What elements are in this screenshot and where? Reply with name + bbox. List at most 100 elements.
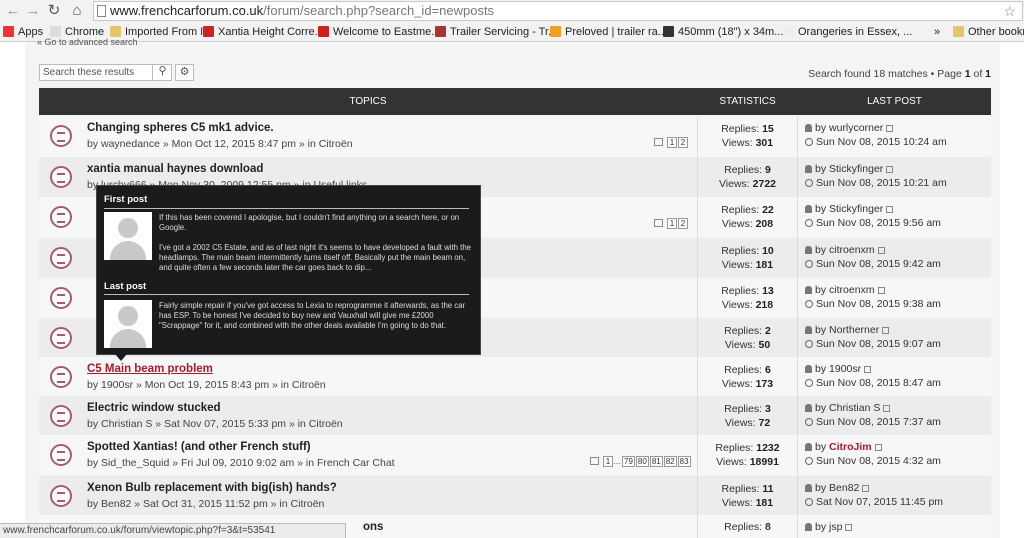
last-post-username[interactable]: 1900sr [829, 363, 861, 375]
bookmark-item[interactable]: Welcome to Eastme... [318, 25, 440, 39]
last-post-username[interactable]: Stickyfinger [829, 163, 883, 175]
goto-last-post-icon[interactable] [877, 247, 885, 254]
address-bar[interactable]: www.frenchcarforum.co.uk/forum/search.ph… [93, 1, 1023, 21]
views-label: Views: [721, 137, 756, 149]
bookmark-item[interactable]: Orangeries in Essex, ... [783, 25, 912, 39]
views-value: 181 [755, 497, 774, 509]
bookmark-item[interactable]: Other bookm [953, 25, 1024, 39]
page-link[interactable]: 2 [678, 137, 688, 148]
page-link[interactable]: 81 [649, 456, 663, 467]
table-row[interactable]: C5 Main beam problem by 1900sr » Mon Oct … [39, 357, 991, 397]
last-post-author: by 1900sr [805, 362, 941, 376]
topic-meta: by 1900sr » Mon Oct 19, 2015 8:43 pm » i… [87, 379, 326, 391]
reload-icon[interactable]: ↻ [45, 2, 63, 20]
last-post: by Stickyfinger Sun Nov 08, 2015 9:56 am [805, 202, 941, 230]
last-post-username[interactable]: Christian S [829, 402, 880, 414]
bookmark-icon [110, 26, 121, 37]
topic-stats: Replies: 8 [697, 515, 798, 538]
topic-stats: Replies: 22 Views: 208 [697, 197, 798, 237]
topic-title-link[interactable]: Changing spheres C5 mk1 advice. [87, 122, 274, 134]
views-count: Views: 181 [698, 496, 797, 510]
by-label: by [815, 482, 830, 494]
page-icon [97, 5, 106, 17]
back-icon[interactable]: ← [4, 2, 22, 20]
search-icon[interactable]: ⚲ [152, 64, 172, 81]
page-link: … [613, 457, 621, 466]
advanced-search-link[interactable]: « Go to advanced search [37, 37, 138, 47]
pages-icon [654, 219, 663, 227]
views-label: Views: [721, 299, 756, 311]
last-post-username[interactable]: jsp [829, 521, 842, 533]
views-count: Views: 181 [698, 258, 797, 272]
last-post-author: by citroenxm [805, 283, 941, 297]
goto-last-post-icon[interactable] [874, 444, 882, 451]
topic-title-link[interactable]: Electric window stucked [87, 402, 221, 414]
replies-label: Replies: [724, 325, 765, 337]
page-link[interactable]: 2 [678, 218, 688, 229]
topic-title-link[interactable]: Spotted Xantias! (and other French stuff… [87, 441, 311, 453]
topic-title-link[interactable]: Xenon Bulb replacement with big(ish) han… [87, 482, 337, 494]
bookmark-item[interactable]: Trailer Servicing - Tr... [435, 25, 557, 39]
page-link[interactable]: 1 [667, 137, 677, 148]
page-link[interactable]: 79 [622, 456, 635, 467]
topic-title-link[interactable]: ons [363, 521, 383, 533]
last-post-date: Sun Nov 08, 2015 9:42 am [816, 258, 941, 270]
page-link[interactable]: 83 [677, 456, 691, 467]
topic-title-link[interactable]: xantia manual haynes download [87, 163, 263, 175]
bookmark-item[interactable]: Xantia Height Corre... [203, 25, 324, 39]
goto-last-post-icon[interactable] [886, 206, 894, 213]
views-label: Views: [716, 456, 750, 468]
table-row[interactable]: Changing spheres C5 mk1 advice. by wayned… [39, 116, 991, 156]
user-icon [805, 443, 812, 451]
page-link[interactable]: 82 [663, 456, 677, 467]
topic-title-link[interactable]: C5 Main beam problem [87, 363, 213, 375]
goto-last-post-icon[interactable] [882, 327, 890, 334]
last-post-date: Sun Nov 08, 2015 8:47 am [816, 377, 941, 389]
last-post-username[interactable]: Ben82 [829, 482, 859, 494]
topic-stats: Replies: 3 Views: 72 [697, 396, 798, 436]
table-row[interactable]: Electric window stucked by Christian S » … [39, 396, 991, 436]
page-link[interactable]: 1 [603, 456, 613, 467]
avatar [104, 300, 152, 348]
home-icon[interactable]: ⌂ [68, 2, 86, 20]
last-post-date: Sun Nov 08, 2015 10:24 am [816, 136, 947, 148]
last-post-time: Sun Nov 08, 2015 9:07 am [805, 337, 941, 351]
topic-icon [50, 206, 72, 228]
table-row[interactable]: Spotted Xantias! (and other French stuff… [39, 435, 991, 475]
topic-preview-tooltip: First post If this has been covered I ap… [96, 185, 481, 361]
goto-last-post-icon[interactable] [864, 366, 872, 373]
topic-stats: Replies: 15 Views: 301 [697, 116, 798, 156]
bookmark-item[interactable]: Preloved | trailer ra... [550, 25, 667, 39]
bookmark-star-icon[interactable]: ☆ [1003, 2, 1016, 20]
views-count: Views: 50 [698, 338, 797, 352]
last-post-username[interactable]: CitroJim [829, 441, 872, 453]
last-post-date: Sun Nov 08, 2015 4:32 am [816, 455, 941, 467]
last-post-author: by CitroJim [805, 440, 941, 454]
gear-icon[interactable]: ⚙ [175, 64, 194, 81]
last-post-username[interactable]: wurlycorner [829, 122, 883, 134]
forward-icon[interactable]: → [24, 2, 42, 20]
goto-last-post-icon[interactable] [845, 524, 853, 531]
goto-last-post-icon[interactable] [862, 485, 870, 492]
last-post-username[interactable]: Northerner [829, 324, 879, 336]
goto-last-post-icon[interactable] [886, 125, 894, 132]
replies-count: Replies: 9 [698, 163, 797, 177]
last-post-username[interactable]: citroenxm [829, 244, 875, 256]
last-post-username[interactable]: citroenxm [829, 284, 875, 296]
last-post-username[interactable]: Stickyfinger [829, 203, 883, 215]
bookmark-icon [435, 26, 446, 37]
goto-last-post-icon[interactable] [883, 405, 891, 412]
table-row[interactable]: Xenon Bulb replacement with big(ish) han… [39, 476, 991, 516]
goto-last-post-icon[interactable] [877, 287, 885, 294]
divider [104, 208, 469, 209]
page-link[interactable]: 80 [635, 456, 649, 467]
views-value: 173 [755, 378, 774, 390]
page-link[interactable]: 1 [667, 218, 677, 229]
tooltip-paragraph: If this has been covered I apologise, bu… [159, 213, 460, 232]
bookmark-item[interactable]: » [934, 25, 940, 39]
pagination: 1… 79 80 81 82 83 [590, 456, 691, 467]
topic-icon [50, 444, 72, 466]
bookmark-item[interactable]: 450mm (18") x 34m... [663, 25, 783, 39]
goto-last-post-icon[interactable] [886, 166, 894, 173]
last-post-author: by Ben82 [805, 481, 943, 495]
